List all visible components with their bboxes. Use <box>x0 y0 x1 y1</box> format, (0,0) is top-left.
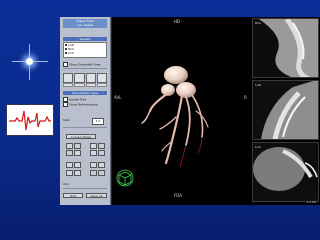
annotate-tool-icon[interactable] <box>90 150 97 156</box>
side-viewport-label: RCA <box>255 21 262 25</box>
status-bar: 1:1.00 <box>306 200 316 204</box>
reformations-label: Show Reformations <box>69 102 98 107</box>
slab-value-field[interactable]: 1.0 <box>92 118 104 125</box>
side-viewport-1[interactable]: RCA <box>252 18 319 78</box>
slab-label: Slab <box>63 118 70 122</box>
tool-thumbnail[interactable] <box>85 83 96 87</box>
tool-thumbnail-row <box>63 73 107 83</box>
list-item[interactable]: LCX <box>64 51 106 55</box>
arrow-down-icon[interactable] <box>74 170 81 176</box>
vessel-list[interactable]: LAD RCA LCX <box>63 42 107 58</box>
select-tool-icon[interactable] <box>66 150 73 156</box>
unit-label: mm <box>63 182 69 186</box>
rotate-tool-icon[interactable] <box>66 143 73 149</box>
sparkle-decoration <box>12 44 48 80</box>
extended-view-checkbox[interactable] <box>63 62 68 67</box>
divider <box>63 68 107 69</box>
reformat-views-column: RCA LAD LCX <box>251 17 320 205</box>
application-window: Vessel Tools Cor. Seeds Vessels LAD RCA … <box>60 17 320 205</box>
panel-subtitle-text: Cor. Seeds <box>77 23 93 27</box>
divider <box>63 127 107 128</box>
3d-coronary-viewport[interactable]: AVL HD FDA R <box>111 17 251 205</box>
window-level-tool-icon[interactable] <box>98 143 105 149</box>
vessel-tools-panel: Vessel Tools Cor. Seeds Vessels LAD RCA … <box>60 17 111 205</box>
flip-icon[interactable] <box>90 162 97 168</box>
capture-icon[interactable] <box>90 170 97 176</box>
side-viewport-label: LCX <box>255 145 261 149</box>
divider <box>63 188 107 189</box>
side-viewport-label: LAD <box>255 83 262 87</box>
extended-view-label: Show Extended View <box>69 62 101 67</box>
reformations-option[interactable]: Show Reformations <box>63 102 98 107</box>
reformations-checkbox[interactable] <box>63 102 68 107</box>
side-viewport-2[interactable]: LAD <box>252 80 319 140</box>
tool-thumbnail[interactable] <box>63 73 74 83</box>
tool-thumbnail-row-2 <box>63 83 107 87</box>
curved-views-button[interactable]: Curved Views <box>66 134 96 139</box>
cpr-image-3 <box>253 143 318 199</box>
tool-thumbnail[interactable] <box>96 83 107 87</box>
save-all-button[interactable]: Save All <box>86 193 107 198</box>
exit-button[interactable]: Exit <box>63 193 83 198</box>
isolate-tree-label: Isolate Tree <box>69 97 87 102</box>
crop-tool-icon[interactable] <box>98 150 105 156</box>
pan-tool-icon[interactable] <box>74 143 81 149</box>
panel-title: Vessel Tools Cor. Seeds <box>63 19 107 28</box>
measure-tool-icon[interactable] <box>74 150 81 156</box>
extended-view-option[interactable]: Show Extended View <box>63 62 101 67</box>
ecg-trace-icon <box>6 104 54 136</box>
arrow-right-icon[interactable] <box>74 162 81 168</box>
tool-thumbnail[interactable] <box>85 73 96 83</box>
tool-thumbnail[interactable] <box>63 83 74 87</box>
arrow-up-icon[interactable] <box>66 170 73 176</box>
orientation-cube-icon <box>116 169 134 187</box>
tool-thumbnail[interactable] <box>74 83 85 87</box>
zoom-tool-icon[interactable] <box>90 143 97 149</box>
isolate-tree-option[interactable]: Isolate Tree <box>63 97 87 102</box>
vessels-header: Vessels <box>63 37 107 41</box>
arrow-left-icon[interactable] <box>66 162 73 168</box>
cpr-image-1 <box>253 19 318 77</box>
reset-icon[interactable] <box>98 162 105 168</box>
cpr-image-2 <box>253 81 318 139</box>
tool-thumbnail[interactable] <box>74 73 85 83</box>
visualization-header: Visualization type <box>63 91 107 95</box>
print-icon[interactable] <box>98 170 105 176</box>
side-viewport-3[interactable]: LCX <box>252 142 319 202</box>
tool-thumbnail[interactable] <box>96 73 107 83</box>
